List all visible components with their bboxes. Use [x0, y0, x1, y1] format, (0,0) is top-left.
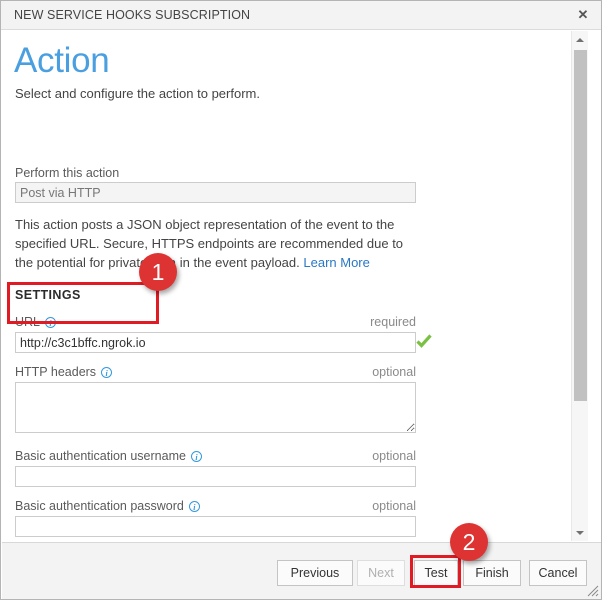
basic-auth-password-requirement: optional	[15, 499, 416, 513]
learn-more-link[interactable]: Learn More	[303, 255, 369, 270]
window-title: NEW SERVICE HOOKS SUBSCRIPTION	[14, 8, 250, 22]
http-headers-requirement: optional	[15, 365, 416, 379]
url-requirement: required	[15, 315, 416, 329]
cancel-button[interactable]: Cancel	[529, 560, 587, 586]
dialog-footer: Previous Next Test Finish Cancel	[2, 542, 602, 600]
previous-button[interactable]: Previous	[277, 560, 353, 586]
new-service-hooks-subscription-dialog: NEW SERVICE HOOKS SUBSCRIPTION ✕ Action …	[0, 0, 602, 600]
scroll-down-icon[interactable]	[572, 524, 588, 541]
content-scrollbar[interactable]	[571, 31, 588, 541]
url-input[interactable]	[15, 332, 416, 353]
scroll-up-icon[interactable]	[572, 31, 588, 48]
scrollbar-thumb[interactable]	[574, 50, 587, 401]
dialog-content: Action Select and configure the action t…	[2, 31, 570, 541]
page-title: Action	[14, 43, 109, 78]
check-icon	[415, 332, 433, 350]
next-button: Next	[357, 560, 405, 586]
settings-heading: SETTINGS	[15, 288, 81, 302]
perform-action-input[interactable]	[15, 182, 416, 203]
basic-auth-username-requirement: optional	[15, 449, 416, 463]
action-description: This action posts a JSON object represen…	[15, 215, 419, 272]
basic-auth-password-input[interactable]	[15, 516, 416, 537]
finish-button[interactable]: Finish	[463, 560, 521, 586]
basic-auth-username-input[interactable]	[15, 466, 416, 487]
title-bar: NEW SERVICE HOOKS SUBSCRIPTION ✕	[1, 1, 602, 30]
close-icon[interactable]: ✕	[563, 1, 602, 29]
http-headers-textarea[interactable]	[15, 382, 416, 433]
test-button[interactable]: Test	[414, 560, 458, 586]
page-subtitle: Select and configure the action to perfo…	[15, 86, 260, 101]
perform-action-label: Perform this action	[15, 166, 119, 180]
